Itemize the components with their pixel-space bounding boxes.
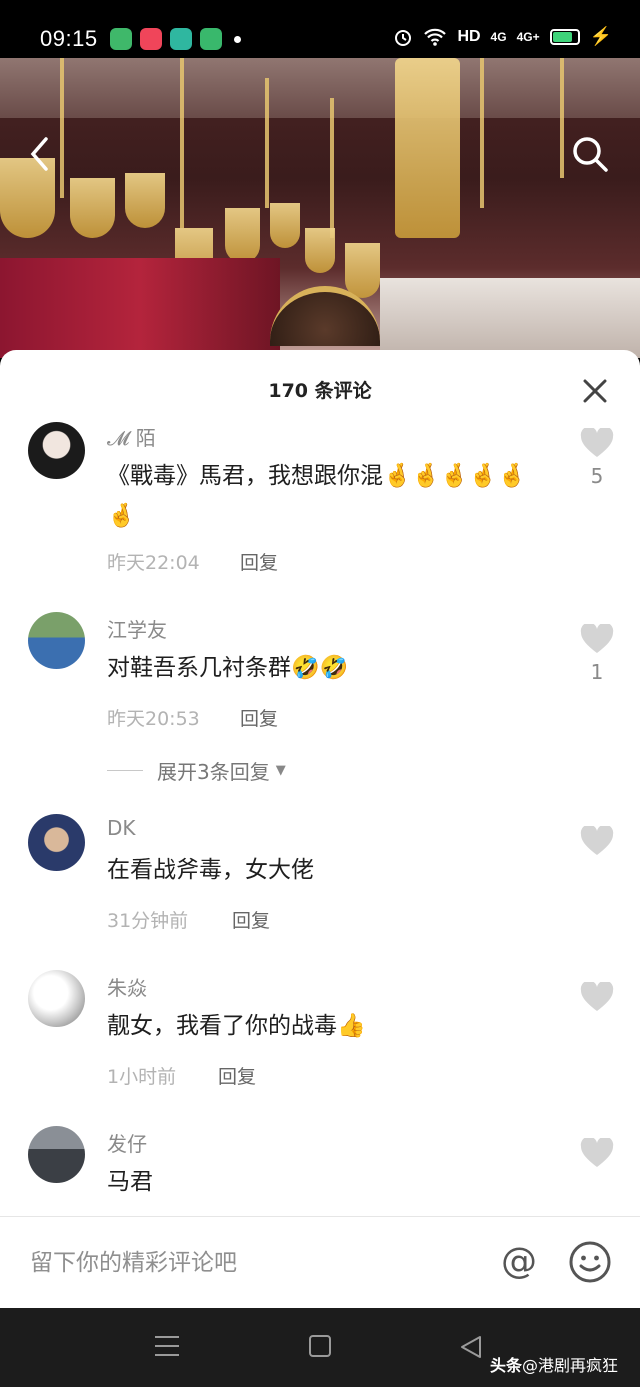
like-button[interactable] xyxy=(580,1138,614,1168)
avatar[interactable] xyxy=(28,814,85,871)
app-notification-icon xyxy=(110,28,132,50)
charging-icon: ⚡ xyxy=(589,26,612,46)
comment-time: 昨天20:53 xyxy=(107,708,200,730)
like-button[interactable]: 5 xyxy=(580,428,614,488)
like-count: 5 xyxy=(590,464,604,488)
avatar[interactable] xyxy=(28,1126,85,1183)
wifi-icon xyxy=(424,28,447,46)
comment-input-bar: 留下你的精彩评论吧 @ xyxy=(0,1216,640,1308)
shield-app-notification-icon xyxy=(200,28,222,50)
hd-label: HD xyxy=(457,27,481,45)
watermark-brand: 头条 xyxy=(490,1356,523,1375)
more-notifications-dot xyxy=(234,35,241,43)
heart-icon xyxy=(580,826,614,855)
alarm-icon xyxy=(395,29,412,46)
back-button[interactable] xyxy=(28,136,58,176)
caret-down-icon: ▼ xyxy=(275,763,286,778)
store-app-notification-icon xyxy=(170,28,192,50)
status-time: 09:15 xyxy=(40,26,98,51)
heart-icon xyxy=(580,982,614,1011)
heart-icon xyxy=(580,1138,614,1167)
comment-author[interactable]: 𝓜 陌 xyxy=(107,422,156,451)
notification-icons xyxy=(110,28,241,50)
comment-text: 《戰毒》馬君，我想跟你混🤞🤞🤞🤞🤞🤞 xyxy=(107,463,527,529)
comment-input[interactable]: 留下你的精彩评论吧 xyxy=(30,1243,237,1277)
home-icon[interactable] xyxy=(309,1335,331,1357)
comment-author[interactable]: 发仔 xyxy=(107,1128,147,1157)
like-button[interactable] xyxy=(580,826,614,856)
comment-count-title: 170 条评论 xyxy=(268,380,372,402)
comment-text: 马君 xyxy=(107,1169,153,1195)
emoji-button[interactable] xyxy=(568,1240,612,1284)
reply-button[interactable]: 回复 xyxy=(218,1062,256,1089)
comment-author[interactable]: 江学友 xyxy=(107,614,167,643)
at-icon[interactable]: @ xyxy=(498,1241,540,1283)
expand-replies[interactable]: 展开3条回复 ▼ xyxy=(107,756,286,785)
signal-4g-label: 4G xyxy=(490,29,507,44)
comment-author[interactable]: DK xyxy=(107,816,136,840)
comment-text: 在看战斧毒，女大佬 xyxy=(107,857,314,883)
comment-text: 对鞋吾系几衬条群🤣🤣 xyxy=(107,655,349,681)
like-button[interactable]: 1 xyxy=(580,624,614,684)
battery-icon xyxy=(549,28,580,45)
reply-button[interactable]: 回复 xyxy=(232,906,270,933)
smiley-icon xyxy=(569,1241,611,1283)
comment-text: 靓女，我看了你的战毒👍 xyxy=(107,1013,366,1039)
video-background[interactable] xyxy=(0,58,640,358)
reply-button[interactable]: 回复 xyxy=(240,548,278,575)
menu-icon[interactable] xyxy=(155,1336,179,1358)
avatar[interactable] xyxy=(28,612,85,669)
comment-author[interactable]: 朱焱 xyxy=(107,972,147,1001)
video-app-notification-icon xyxy=(140,28,162,50)
avatar[interactable] xyxy=(28,970,85,1027)
close-icon xyxy=(583,379,607,403)
comment-sheet: 170 条评论 𝓜 陌 《戰毒》馬君，我想跟你混🤞🤞🤞🤞🤞🤞 昨天22:04 回… xyxy=(0,350,640,1308)
chevron-left-icon xyxy=(30,137,48,171)
status-bar: 09:15 HD 4G 4G+ ⚡ xyxy=(0,0,640,58)
like-count: 1 xyxy=(590,660,604,684)
close-button[interactable] xyxy=(580,376,610,406)
search-button[interactable] xyxy=(570,134,610,174)
system-indicators: HD 4G 4G+ ⚡ xyxy=(393,26,612,47)
heart-icon xyxy=(580,428,614,457)
avatar[interactable] xyxy=(28,422,85,479)
back-triangle-icon[interactable] xyxy=(458,1334,484,1360)
like-button[interactable] xyxy=(580,982,614,1012)
watermark: 头条@港剧再疯狂 xyxy=(490,1352,618,1376)
comment-time: 31分钟前 xyxy=(107,910,189,932)
comment-time: 昨天22:04 xyxy=(107,552,200,574)
expand-replies-label: 展开3条回复 xyxy=(157,760,270,784)
comment-time: 1小时前 xyxy=(107,1066,177,1088)
search-icon xyxy=(573,137,608,172)
signal-4g-plus-label: 4G+ xyxy=(516,29,540,44)
reply-button[interactable]: 回复 xyxy=(240,704,278,731)
watermark-handle: @港剧再疯狂 xyxy=(522,1356,619,1375)
heart-icon xyxy=(580,624,614,653)
